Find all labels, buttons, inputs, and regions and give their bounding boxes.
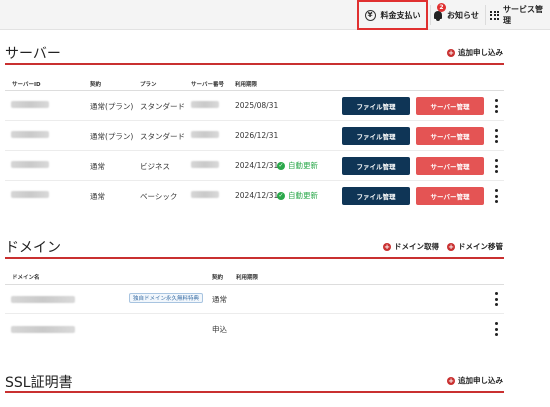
ssl-add-label: 追加申し込み — [458, 376, 503, 385]
col-server-number: サーバー番号 — [191, 82, 224, 88]
domain-status: 通常 — [212, 295, 227, 304]
free-domain-badge: 独自ドメイン永久無料特典 — [129, 293, 204, 303]
row-contract: 通常(プラン) — [90, 102, 134, 111]
plus-circle-icon: + — [383, 242, 391, 251]
servers-section-rule — [5, 63, 504, 65]
header-rule — [5, 90, 504, 91]
auto-renew-label: 自動更新 — [288, 161, 318, 170]
row-divider — [5, 120, 504, 121]
server-manager-button[interactable]: サーバー管理 — [416, 97, 484, 115]
row-expiry: 2024/12/31 — [235, 161, 279, 170]
plus-circle-icon: + — [447, 242, 455, 251]
file-manager-button[interactable]: ファイル管理 — [342, 157, 410, 175]
domain-name-redacted — [11, 326, 75, 333]
row-plan: スタンダード — [140, 102, 185, 111]
more-options-icon[interactable] — [494, 322, 498, 336]
divider — [430, 5, 431, 25]
more-options-icon[interactable] — [494, 129, 498, 143]
col-domain-name: ドメイン名 — [12, 275, 40, 281]
service-management-label: サービス管理 — [503, 5, 543, 25]
row-expiry: 2026/12/31 — [235, 131, 279, 140]
domains-section-title: ドメイン — [5, 240, 61, 256]
notification-count-badge: 2 — [437, 3, 446, 12]
auto-renew-status: ✓ 自動更新 — [277, 190, 318, 201]
server-id-redacted — [11, 161, 49, 168]
row-contract: 通常 — [90, 162, 105, 171]
server-manager-button[interactable]: サーバー管理 — [416, 157, 484, 175]
header-rule — [5, 284, 504, 285]
row-divider — [5, 180, 504, 181]
ssl-section-rule — [5, 391, 504, 393]
domain-transfer-label: ドメイン移管 — [458, 242, 503, 251]
yen-circle-icon: ¥ — [364, 9, 376, 21]
check-circle-icon: ✓ — [277, 161, 285, 170]
server-manager-button[interactable]: サーバー管理 — [416, 187, 484, 205]
domains-section-rule — [5, 257, 504, 259]
grid-icon — [490, 10, 499, 20]
server-number-redacted — [191, 161, 219, 168]
col-plan: プラン — [140, 82, 157, 88]
server-number-redacted — [191, 191, 219, 198]
pay-fees-label: 料金支払い — [380, 10, 421, 20]
server-id-redacted — [11, 131, 49, 138]
row-contract: 通常(プラン) — [90, 132, 134, 141]
row-plan: スタンダード — [140, 132, 185, 141]
row-divider — [5, 150, 504, 151]
server-number-redacted — [191, 131, 219, 138]
row-plan: ベーシック — [140, 192, 178, 201]
col-expiry: 利用期限 — [235, 82, 258, 88]
pay-fees-button[interactable]: ¥ 料金支払い — [357, 0, 428, 30]
col-contract: 契約 — [90, 82, 102, 88]
row-expiry: 2025/08/31 — [235, 101, 279, 110]
plus-circle-icon: + — [447, 376, 455, 385]
row-divider — [5, 313, 504, 314]
check-circle-icon: ✓ — [277, 191, 285, 200]
domain-transfer-link[interactable]: + ドメイン移管 — [447, 241, 503, 252]
plus-circle-icon: + — [447, 48, 455, 57]
divider — [485, 5, 486, 25]
server-id-redacted — [11, 191, 49, 198]
servers-add-link[interactable]: + 追加申し込み — [447, 47, 503, 58]
domain-name-redacted — [11, 296, 75, 303]
domain-acquire-link[interactable]: + ドメイン取得 — [383, 241, 439, 252]
server-id-redacted — [11, 101, 49, 108]
server-number-redacted — [191, 101, 219, 108]
more-options-icon[interactable] — [494, 189, 498, 203]
col-server-id: サーバーID — [12, 82, 41, 88]
row-contract: 通常 — [90, 192, 105, 201]
service-management-button[interactable]: サービス管理 — [490, 0, 550, 30]
row-expiry: 2024/12/31 — [235, 191, 279, 200]
domain-acquire-label: ドメイン取得 — [394, 242, 439, 251]
server-manager-button[interactable]: サーバー管理 — [416, 127, 484, 145]
auto-renew-label: 自動更新 — [288, 191, 318, 200]
notifications-label: お知らせ — [447, 10, 479, 20]
more-options-icon[interactable] — [494, 99, 498, 113]
auto-renew-status: ✓ 自動更新 — [277, 160, 318, 171]
file-manager-button[interactable]: ファイル管理 — [342, 97, 410, 115]
row-plan: ビジネス — [140, 162, 170, 171]
servers-add-label: 追加申し込み — [458, 48, 503, 57]
ssl-section-title: SSL証明書 — [5, 375, 73, 391]
servers-section-title: サーバー — [5, 46, 61, 62]
file-manager-button[interactable]: ファイル管理 — [342, 187, 410, 205]
col-contract: 契約 — [212, 275, 224, 281]
domain-status: 申込 — [212, 325, 227, 334]
col-expiry: 利用期限 — [236, 275, 259, 281]
ssl-add-link[interactable]: + 追加申し込み — [447, 375, 503, 386]
more-options-icon[interactable] — [494, 159, 498, 173]
file-manager-button[interactable]: ファイル管理 — [342, 127, 410, 145]
top-bar: ¥ 料金支払い お知らせ 2 サービス管理 — [0, 0, 550, 30]
more-options-icon[interactable] — [494, 292, 498, 306]
